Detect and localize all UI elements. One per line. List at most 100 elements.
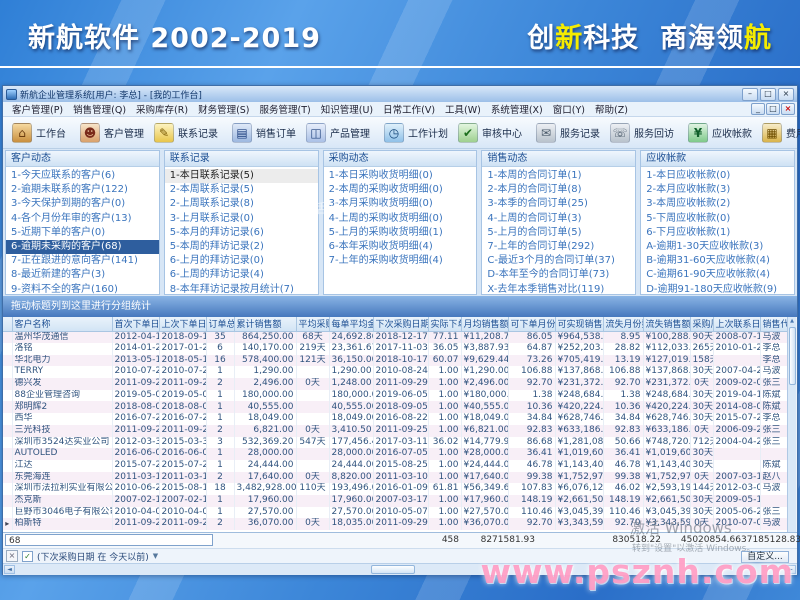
maximize-button[interactable]: □ bbox=[760, 88, 776, 101]
panel-link[interactable]: X-去年本季销售对比(119) bbox=[482, 283, 635, 294]
column-header[interactable]: 订单总数 bbox=[206, 317, 234, 331]
panel-link[interactable]: B-逾期31-60天应收帐款(4) bbox=[641, 254, 794, 268]
panel-link[interactable]: 5-下周应收帐款(0) bbox=[641, 212, 794, 226]
panel-link[interactable]: C-逾期61-90天应收帐款(4) bbox=[641, 268, 794, 282]
panel-link[interactable]: 9-资料不全的客户(160) bbox=[6, 283, 159, 294]
table-row[interactable]: 德兴发2011-09-292011-09-2922,496.000天1,248.… bbox=[3, 378, 788, 390]
receivable-button[interactable]: ¥应收帐款 bbox=[683, 121, 757, 145]
menu-item[interactable]: 财务管理(S) bbox=[193, 102, 254, 116]
column-header[interactable]: 可实现销售额 bbox=[555, 317, 603, 331]
column-header[interactable]: 首次下单日期 bbox=[112, 317, 159, 331]
column-header[interactable]: 流失销售额 bbox=[643, 317, 690, 331]
column-header[interactable]: 采购周期 bbox=[690, 317, 713, 331]
column-header[interactable]: 客户名称 bbox=[12, 317, 112, 331]
filter-dropdown-icon[interactable]: ▼ bbox=[153, 552, 158, 560]
panel-link[interactable]: 2-本周的采购收货明细(0) bbox=[324, 183, 477, 197]
panel-link[interactable]: 2-本月的合同订单(8) bbox=[482, 183, 635, 197]
panel-link[interactable]: 1-本周的合同订单(1) bbox=[482, 169, 635, 183]
panel-link[interactable]: 5-本周的拜访记录(2) bbox=[165, 240, 318, 254]
panel-link[interactable]: 6-下月应收帐款(1) bbox=[641, 226, 794, 240]
panel-link[interactable]: 7-正在跟进的意向客户(141) bbox=[6, 254, 159, 268]
expense-button[interactable]: ▦费用管理 bbox=[757, 121, 800, 145]
workbench-button[interactable]: ⌂工作台 bbox=[7, 121, 71, 145]
panel-link[interactable]: 2-上周联系记录(8) bbox=[165, 197, 318, 211]
panel-link[interactable]: 5-本月的拜访记录(6) bbox=[165, 226, 318, 240]
order-button[interactable]: ▤销售订单 bbox=[227, 121, 301, 145]
panel-link[interactable]: D-逾期91-180天应收帐款(9) bbox=[641, 283, 794, 294]
column-header[interactable]: 流失月份数 bbox=[603, 317, 643, 331]
panel-link[interactable]: 8-本年拜访记录按月统计(7) bbox=[165, 283, 318, 294]
table-row[interactable]: AUTOLED2016-06-052016-06-05128,000.0028,… bbox=[3, 448, 788, 460]
panel-link[interactable]: 5-上月的采购收货明细(1) bbox=[324, 226, 477, 240]
table-row[interactable]: 88企业管理咨询2019-05-062019-05-061180,000.001… bbox=[3, 390, 788, 402]
column-header[interactable]: 可下单月份数 bbox=[508, 317, 555, 331]
panel-link[interactable]: 5-上月的合同订单(5) bbox=[482, 226, 635, 240]
menu-item[interactable]: 帮助(Z) bbox=[590, 102, 633, 116]
menu-item[interactable]: 服务管理(T) bbox=[255, 102, 316, 116]
mdi-close-button[interactable]: × bbox=[781, 103, 795, 115]
column-header[interactable]: 累计销售额 bbox=[234, 317, 296, 331]
panel-link[interactable]: 1-今天应联系的客户(6) bbox=[6, 169, 159, 183]
column-header[interactable]: 下次采购日期 bbox=[373, 317, 428, 331]
minimize-button[interactable]: – bbox=[742, 88, 758, 101]
menu-item[interactable]: 客户管理(P) bbox=[7, 102, 68, 116]
column-header[interactable]: 销售代表 bbox=[760, 317, 788, 331]
horizontal-scrollbar-thumb[interactable] bbox=[371, 565, 415, 574]
panel-link[interactable]: C-最近3个月的合同订单(37) bbox=[482, 254, 635, 268]
menu-item[interactable]: 采购库存(R) bbox=[131, 102, 193, 116]
column-header[interactable]: 每单平均金额 bbox=[329, 317, 373, 331]
audit-button[interactable]: ✔审核中心 bbox=[453, 121, 527, 145]
table-row[interactable]: 东莞海连2011-03-102011-03-10217,640.000天8,82… bbox=[3, 472, 788, 484]
panel-link[interactable]: 6-逾期未采购的客户(68) bbox=[6, 240, 159, 254]
visit-button[interactable]: ☏服务回访 bbox=[605, 121, 679, 145]
customer-button[interactable]: ☻客户管理 bbox=[75, 121, 149, 145]
title-bar[interactable]: 新航企业管理系统[用户: 李总] - [我的工作台] –□× bbox=[3, 86, 797, 102]
table-row[interactable]: 江达2015-07-262015-07-26124,444.0024,444.0… bbox=[3, 460, 788, 472]
product-button[interactable]: ◫产品管理 bbox=[301, 121, 375, 145]
filter-close-button[interactable]: × bbox=[6, 550, 18, 562]
plan-button[interactable]: ◷工作计划 bbox=[379, 121, 453, 145]
panel-link[interactable]: 5-近期下单的客户(0) bbox=[6, 226, 159, 240]
scroll-left-icon[interactable]: ◄ bbox=[4, 565, 15, 574]
table-row[interactable]: 三光科技2011-09-252011-09-2526,821.000天3,410… bbox=[3, 425, 788, 437]
column-header[interactable]: 月均销售额 bbox=[461, 317, 508, 331]
table-row[interactable]: 华北电力2013-05-122018-05-1216578,400.00121天… bbox=[3, 355, 788, 367]
column-header[interactable]: 上次下单日期 bbox=[159, 317, 206, 331]
panel-link[interactable]: 2-本月应收帐款(3) bbox=[641, 183, 794, 197]
group-by-bar[interactable]: 拖动标题列到这里进行分组统计 bbox=[3, 296, 797, 317]
column-header[interactable]: 上次联系日期 bbox=[713, 317, 760, 331]
panel-link[interactable]: 4-上周的合同订单(3) bbox=[482, 212, 635, 226]
menu-item[interactable]: 窗口(Y) bbox=[548, 102, 590, 116]
table-row[interactable]: 温州华茂通信2012-04-182018-09-1835864,250.0068… bbox=[3, 331, 788, 343]
close-button[interactable]: × bbox=[778, 88, 794, 101]
table-row[interactable]: 洛铭2014-01-222017-01-226140,170.00219天23,… bbox=[3, 343, 788, 355]
table-row[interactable]: 深圳市3524达实业公司2012-03-302015-03-303532,369… bbox=[3, 437, 788, 449]
vertical-scrollbar-thumb[interactable] bbox=[789, 327, 796, 385]
menu-item[interactable]: 知识管理(U) bbox=[316, 102, 378, 116]
panel-link[interactable]: 1-本日采购收货明细(0) bbox=[324, 169, 477, 183]
service-button[interactable]: ✉服务记录 bbox=[531, 121, 605, 145]
vertical-scrollbar[interactable]: ▲ bbox=[787, 317, 796, 532]
panel-link[interactable]: A-逾期1-30天应收帐款(3) bbox=[641, 240, 794, 254]
mdi-minimize-button[interactable]: _ bbox=[751, 103, 765, 115]
panel-link[interactable]: 6-上月的拜访记录(0) bbox=[165, 254, 318, 268]
panel-link[interactable]: 2-逾期未联系的客户(122) bbox=[6, 183, 159, 197]
menu-item[interactable]: 系统管理(X) bbox=[486, 102, 548, 116]
panel-link[interactable]: 1-本日联系记录(5) bbox=[165, 169, 318, 183]
panel-link[interactable]: 3-今天保护到期的客户(0) bbox=[6, 197, 159, 211]
panel-link[interactable]: 8-最近新建的客户(3) bbox=[6, 268, 159, 282]
panel-link[interactable]: 2-本周联系记录(5) bbox=[165, 183, 318, 197]
column-header[interactable]: 实际下单月数 bbox=[428, 317, 461, 331]
table-row[interactable]: 西华2016-07-232016-07-23118,049.0018,049.0… bbox=[3, 413, 788, 425]
table-row[interactable]: TERRY2010-07-252010-07-2511,290.001,290.… bbox=[3, 366, 788, 378]
menu-item[interactable]: 销售管理(Q) bbox=[68, 102, 131, 116]
menu-item[interactable]: 日常工作(V) bbox=[378, 102, 440, 116]
contact-button[interactable]: ✎联系记录 bbox=[149, 121, 223, 145]
filter-checkbox[interactable]: ✓ bbox=[22, 551, 33, 562]
table-row[interactable]: 郑明辉22018-08-062018-08-06140,555.0040,555… bbox=[3, 401, 788, 413]
panel-link[interactable]: 7-上年的采购收货明细(4) bbox=[324, 254, 477, 268]
panel-link[interactable]: 7-上年的合同订单(292) bbox=[482, 240, 635, 254]
table-row[interactable]: 杰克斯2007-02-152007-02-15117,960.0017,960.… bbox=[3, 495, 788, 507]
mdi-maximize-button[interactable]: □ bbox=[766, 103, 780, 115]
panel-link[interactable]: D-本年至今的合同订单(73) bbox=[482, 268, 635, 282]
